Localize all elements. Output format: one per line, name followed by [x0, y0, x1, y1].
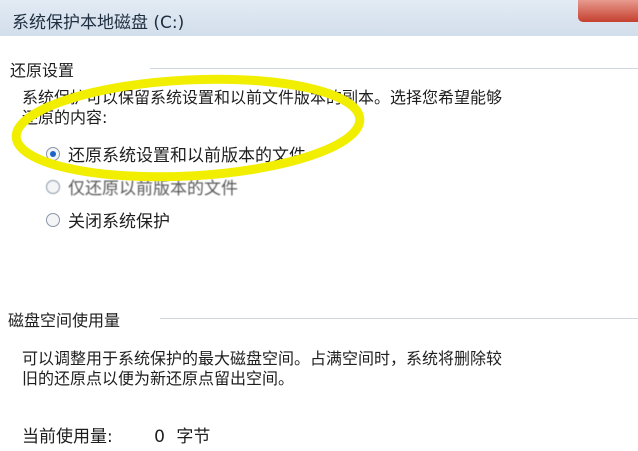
radio-label-restore-files-only: 仅还原以前版本的文件 — [68, 179, 238, 199]
window-title: 系统保护本地磁盘 (C:) — [12, 13, 185, 33]
disk-space-divider — [160, 318, 638, 319]
restore-settings-description: 系统保护可以保留系统设置和以前文件版本的副本。选择您希望能够 还原的内容: — [22, 88, 502, 128]
current-usage-value: 0 — [154, 427, 165, 447]
radio-label-restore-settings-and-files: 还原系统设置和以前版本的文件 — [68, 146, 306, 166]
radio-unselected-icon[interactable] — [46, 179, 60, 194]
radio-restore-files-only[interactable]: 仅还原以前版本的文件 — [46, 174, 238, 199]
current-usage-unit: 字节 — [176, 427, 211, 447]
radio-restore-settings-and-files[interactable]: 还原系统设置和以前版本的文件 — [46, 141, 306, 166]
radio-selected-icon[interactable] — [46, 146, 60, 161]
disk-description-line2: 旧的还原点以便为新还原点留出空间。 — [22, 369, 295, 388]
close-button[interactable] — [578, 0, 638, 22]
radio-turn-off-protection[interactable]: 关闭系统保护 — [46, 207, 170, 232]
current-usage-label: 当前使用量: — [22, 427, 113, 447]
current-usage-row: 当前使用量: 0 字节 — [22, 422, 210, 447]
restore-settings-heading: 还原设置 — [10, 57, 81, 81]
radio-label-turn-off-protection: 关闭系统保护 — [68, 212, 170, 232]
restore-description-line2: 还原的内容: — [22, 108, 108, 127]
disk-space-description: 可以调整用于系统保护的最大磁盘空间。占满空间时，系统将删除较 旧的还原点以便为新… — [22, 349, 502, 389]
disk-description-line1: 可以调整用于系统保护的最大磁盘空间。占满空间时，系统将删除较 — [22, 349, 503, 368]
restore-settings-divider — [150, 68, 638, 69]
window-titlebar: 系统保护本地磁盘 (C:) — [0, 0, 638, 36]
radio-unselected-icon[interactable] — [46, 212, 60, 227]
disk-space-heading: 磁盘空间使用量 — [8, 307, 127, 331]
restore-description-line1: 系统保护可以保留系统设置和以前文件版本的副本。选择您希望能够 — [22, 88, 503, 107]
